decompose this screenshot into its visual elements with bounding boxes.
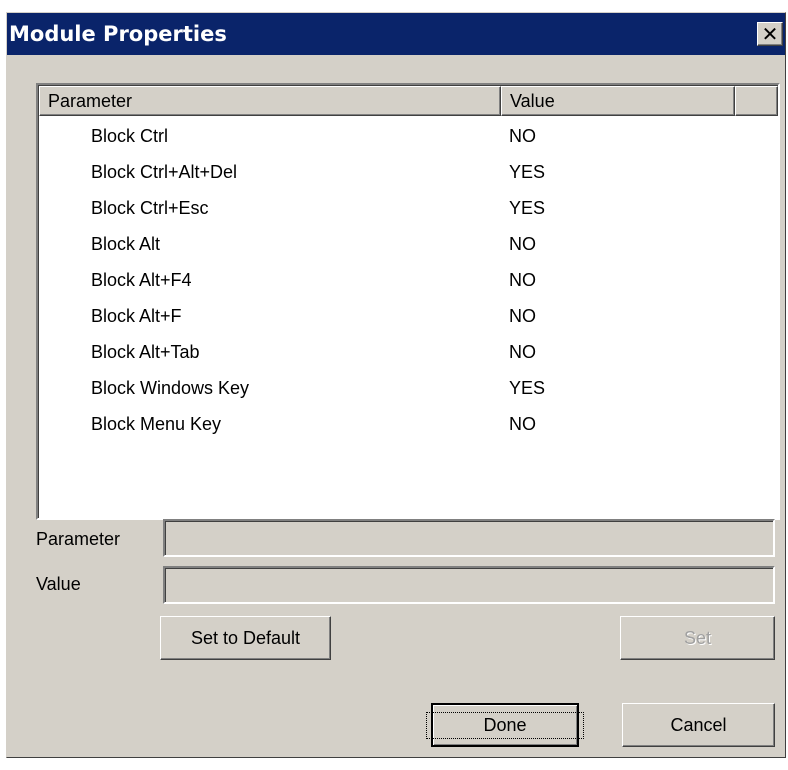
row-value: NO: [509, 305, 536, 326]
set-to-default-button[interactable]: Set to Default: [160, 616, 331, 660]
parameter-label: Parameter: [36, 529, 121, 549]
row-value: YES: [509, 161, 546, 182]
column-header-empty[interactable]: [735, 86, 778, 116]
parameter-field[interactable]: [163, 519, 775, 557]
row-parameter: Block Windows Key: [91, 377, 250, 398]
column-header-parameter[interactable]: Parameter: [39, 86, 501, 116]
row-value: NO: [509, 341, 536, 362]
list-row[interactable]: Block Alt+F4 NO: [39, 262, 778, 298]
dialog-title: Module Properties: [9, 22, 227, 46]
row-value: NO: [509, 413, 536, 434]
module-properties-dialog: Module Properties ✕ Parameter Value Bloc…: [6, 12, 786, 758]
value-field[interactable]: [163, 566, 775, 604]
list-row[interactable]: Block Alt NO: [39, 226, 778, 262]
row-parameter: Block Menu Key: [91, 413, 222, 434]
list-row[interactable]: Block Windows Key YES: [39, 370, 778, 406]
list-row[interactable]: Block Menu Key NO: [39, 406, 778, 442]
close-icon: ✕: [761, 22, 779, 46]
value-label: Value: [36, 574, 81, 594]
set-button[interactable]: Set: [620, 616, 775, 660]
row-parameter: Block Ctrl+Alt+Del: [91, 161, 238, 182]
list-row[interactable]: Block Ctrl NO: [39, 118, 778, 154]
list-row[interactable]: Block Alt+F NO: [39, 298, 778, 334]
parameter-list[interactable]: Parameter Value Block Ctrl NO Block Ctrl…: [36, 83, 780, 520]
column-header-value[interactable]: Value: [501, 86, 735, 116]
row-parameter: Block Alt+F4: [91, 269, 192, 290]
row-value: NO: [509, 233, 536, 254]
list-row[interactable]: Block Alt+Tab NO: [39, 334, 778, 370]
row-value: YES: [509, 197, 546, 218]
row-parameter: Block Alt: [91, 233, 161, 254]
list-row[interactable]: Block Ctrl+Esc YES: [39, 190, 778, 226]
title-bar[interactable]: Module Properties ✕: [7, 13, 785, 55]
list-rows: Block Ctrl NO Block Ctrl+Alt+Del YES Blo…: [39, 118, 778, 442]
row-parameter: Block Ctrl+Esc: [91, 197, 209, 218]
cancel-button[interactable]: Cancel: [622, 703, 775, 747]
close-button[interactable]: ✕: [757, 22, 783, 46]
row-parameter: Block Alt+Tab: [91, 341, 200, 362]
done-button-label: Done: [426, 711, 584, 739]
row-value: NO: [509, 125, 536, 146]
row-value: YES: [509, 377, 546, 398]
list-row[interactable]: Block Ctrl+Alt+Del YES: [39, 154, 778, 190]
done-button[interactable]: Done: [426, 703, 584, 747]
row-parameter: Block Alt+F: [91, 305, 182, 326]
list-header: Parameter Value: [39, 86, 778, 116]
row-parameter: Block Ctrl: [91, 125, 169, 146]
row-value: NO: [509, 269, 536, 290]
